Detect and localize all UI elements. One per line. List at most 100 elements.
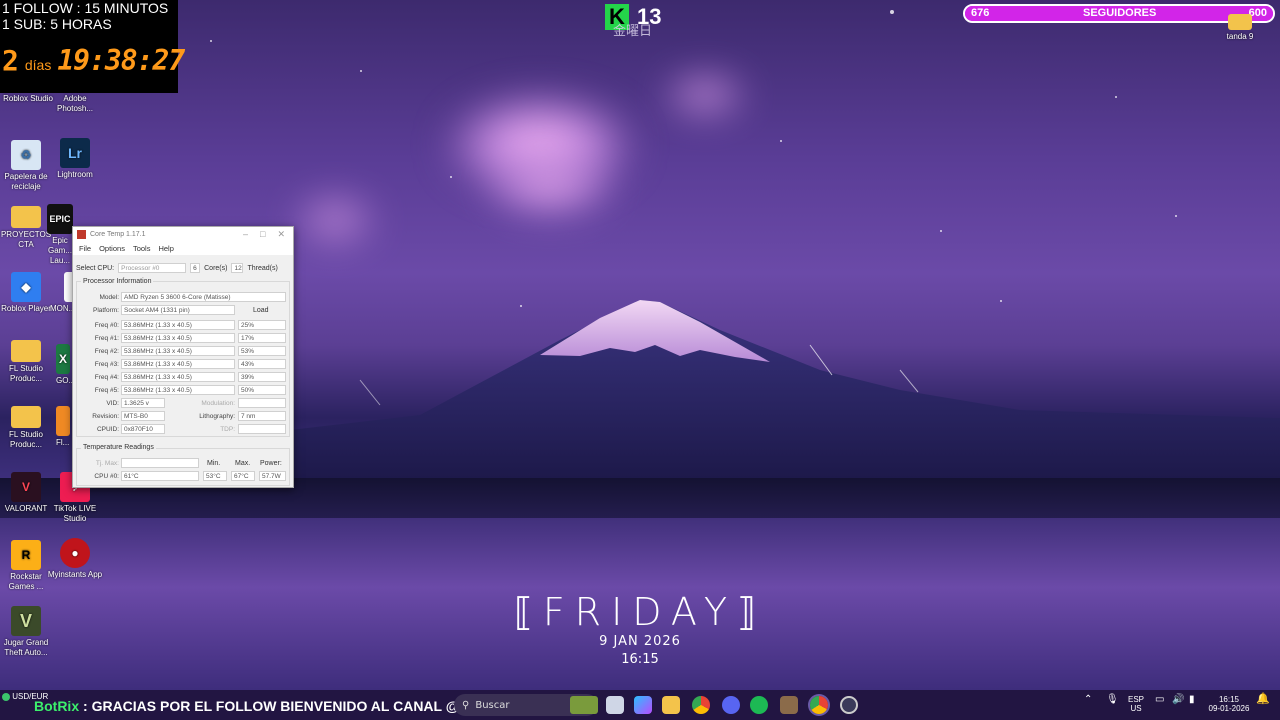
folder-icon — [11, 206, 41, 228]
minimize-icon[interactable]: – — [243, 229, 248, 240]
notifications-icon[interactable]: 🔔 — [1256, 694, 1270, 705]
desktop-icon-recycle-bin[interactable]: ♻ Papelera de reciclaje — [0, 140, 54, 192]
desktop-icon-photoshop[interactable]: Adobe Photosh... — [47, 94, 103, 114]
core-load-value: 17% — [238, 333, 286, 343]
obs-icon[interactable] — [840, 696, 858, 714]
search-placeholder: Buscar — [475, 699, 510, 711]
desktop-icon-fl-studio-1[interactable]: FL Studio Produc... — [0, 340, 54, 384]
rockstar-icon: R — [11, 540, 41, 570]
weekday-text: FRIDAY — [542, 590, 738, 634]
core-load-value: 50% — [238, 385, 286, 395]
tray-chevron-icon[interactable]: ⌃ — [1084, 695, 1092, 705]
window-title: Core Temp 1.17.1 — [90, 231, 146, 238]
vid-label: VID: — [106, 400, 119, 407]
chrome-active-icon[interactable] — [810, 696, 828, 714]
desktop-icon-rockstar[interactable]: R Rockstar Games ... — [0, 540, 54, 592]
freq-value: 53.86MHz (1.33 x 40.5) — [121, 359, 235, 369]
icon-label: TikTok LIVE Studio — [53, 504, 97, 523]
days-label: días — [24, 57, 52, 73]
desktop-icon-myinstants[interactable]: ● Myinstants App — [47, 538, 103, 580]
roblox-icon: ◆ — [11, 272, 41, 302]
followers-label: SEGUIDORES — [1083, 7, 1157, 19]
cpu0-max: 67°C — [231, 471, 255, 481]
search-highlight-icon — [570, 696, 598, 714]
cpu0-power: 57.7W — [259, 471, 286, 481]
viewer-count: 13 — [637, 4, 662, 29]
file-explorer-icon[interactable] — [662, 696, 680, 714]
desktop-icon-fl-studio-2[interactable]: FL Studio Produc... — [0, 406, 54, 450]
lithography-value: 7 nm — [238, 411, 286, 421]
discord-icon[interactable] — [722, 696, 740, 714]
desktop-icon-gta[interactable]: V Jugar Grand Theft Auto... — [0, 606, 54, 658]
desktop-icon-tanda[interactable]: tanda 9 — [1212, 14, 1268, 42]
desktop-icon-epic-games[interactable]: EPIC Epic Gam... Lau... — [47, 204, 73, 266]
window-titlebar[interactable]: Core Temp 1.17.1 – □ ✕ — [73, 227, 293, 242]
modulation-value — [238, 398, 286, 408]
lang-bottom: US — [1130, 704, 1142, 713]
maximize-icon[interactable]: □ — [260, 229, 265, 240]
freq-label: Freq #3: — [94, 361, 119, 368]
task-view-icon[interactable] — [606, 696, 624, 714]
time-widget: 16:15 — [621, 652, 659, 667]
desktop-icon-mon[interactable]: MON... — [50, 272, 72, 314]
lithography-label: Lithography: — [199, 413, 235, 420]
processor-select[interactable]: Processor #0 — [118, 263, 187, 273]
load-header: Load — [253, 307, 269, 314]
microphone-icon[interactable]: 🎙 — [1106, 695, 1119, 705]
chrome-icon[interactable] — [692, 696, 710, 714]
app-icon — [64, 272, 72, 302]
freq-label: Freq #0: — [94, 322, 119, 329]
desktop-icon-fl[interactable]: Fl... — [56, 406, 72, 448]
copilot-icon[interactable] — [634, 696, 652, 714]
excel-icon: X — [56, 344, 70, 374]
network-icon[interactable]: ▭ — [1155, 695, 1164, 705]
folder-icon — [11, 340, 41, 362]
desktop-icon-valorant[interactable]: V VALORANT — [0, 472, 54, 514]
icon-label: VALORANT — [4, 504, 48, 513]
lang-top: ESP — [1128, 695, 1145, 704]
freq-label: Freq #2: — [94, 348, 119, 355]
sub-rule: 1 SUB: 5 HORAS — [2, 16, 112, 32]
cpuid-label: CPUID: — [96, 426, 119, 433]
desktop-icon-proyectos[interactable]: PROYECTOS CTA — [0, 206, 54, 250]
desktop-icon-excel[interactable]: X GO... — [56, 344, 72, 386]
icon-label: Adobe Photosh... — [56, 94, 94, 113]
icon-label: PROYECTOS CTA — [0, 230, 52, 249]
volume-icon[interactable]: 🔊 — [1172, 695, 1184, 705]
spotify-icon[interactable] — [750, 696, 768, 714]
menu-help[interactable]: Help — [158, 244, 173, 253]
myinstants-icon: ● — [60, 538, 90, 568]
game-app-icon[interactable] — [780, 696, 798, 714]
revision-value: MTS-B0 — [121, 411, 165, 421]
model-value: AMD Ryzen 5 3600 6-Core (Matisse) — [121, 292, 286, 302]
taskbar-clock[interactable]: 16:15 09-01-2026 — [1206, 695, 1252, 713]
core-temp-window[interactable]: Core Temp 1.17.1 – □ ✕ File Options Tool… — [72, 226, 294, 488]
bracket-left: ⟦ — [514, 590, 543, 634]
menu-tools[interactable]: Tools — [133, 244, 151, 253]
icon-label: Fl... — [56, 438, 70, 447]
search-icon: ⚲ — [462, 699, 470, 711]
vid-value: 1.3625 v — [121, 398, 165, 408]
cpuid-value: 0x870F10 — [121, 424, 165, 434]
temperature-readings-label: Temperature Readings — [81, 444, 156, 451]
desktop-icon-roblox-player[interactable]: ◆ Roblox Player — [0, 272, 54, 314]
timer-clock: 19:38:27 — [57, 44, 185, 77]
valorant-icon: V — [11, 472, 41, 502]
close-icon[interactable]: ✕ — [277, 229, 285, 240]
cpu0-label: CPU #0: — [94, 473, 119, 480]
core-load-value: 43% — [238, 359, 286, 369]
language-indicator[interactable]: ESP US — [1128, 695, 1144, 713]
lightroom-icon: Lr — [60, 138, 90, 168]
subathon-timer: 2 días 19:38:27 — [0, 44, 185, 84]
desktop-icon-lightroom[interactable]: Lr Lightroom — [47, 138, 103, 180]
taskbar-search[interactable]: ⚲ Buscar — [454, 694, 598, 716]
battery-icon[interactable]: ▮ — [1189, 695, 1195, 705]
tdp-value — [238, 424, 286, 434]
platform-value: Socket AM4 (1331 pin) — [121, 305, 235, 315]
menu-options[interactable]: Options — [99, 244, 125, 253]
freq-label: Freq #5: — [94, 387, 119, 394]
revision-label: Revision: — [92, 413, 119, 420]
threads-label: Thread(s) — [247, 264, 278, 272]
menu-file[interactable]: File — [79, 244, 91, 253]
tjmax-label: Tj. Max: — [95, 460, 119, 467]
